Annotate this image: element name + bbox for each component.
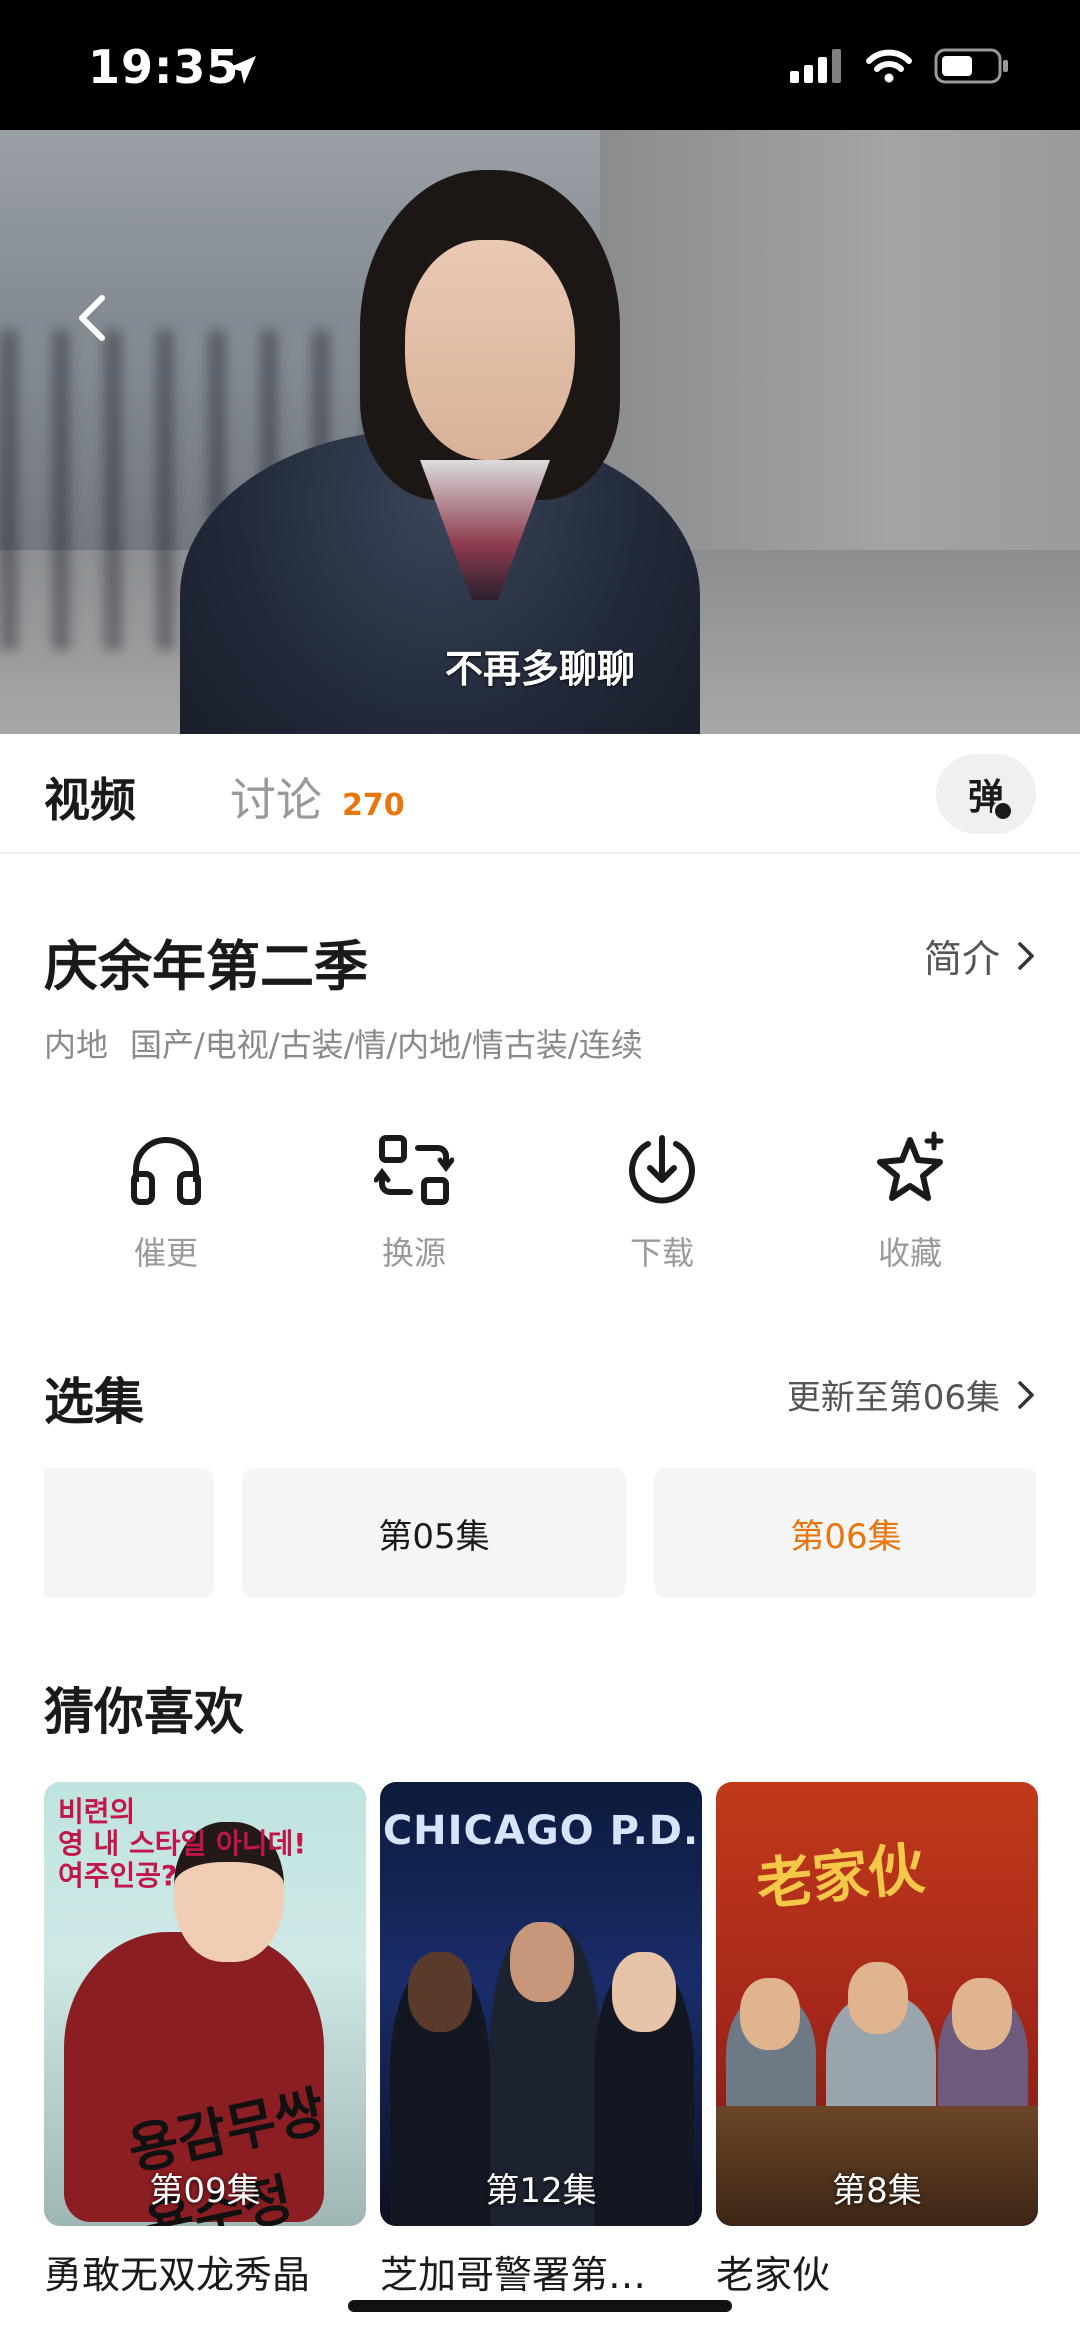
recommend-heading: 猜你喜欢 [44, 1683, 244, 1741]
poster-figure-head [408, 1952, 472, 2032]
tab-discuss[interactable]: 讨论 [230, 764, 322, 830]
action-bar: 催更 换源 下载 收藏 [0, 1130, 1080, 1300]
action-label: 收藏 [877, 1234, 942, 1272]
download-icon [629, 1135, 695, 1204]
recommend-card[interactable]: 老家伙 第8集 老家伙 [716, 1782, 1038, 2299]
show-title: 庆余年第二季 [44, 935, 368, 998]
tag-region: 内地 [44, 1026, 109, 1064]
recommend-poster[interactable]: CHICAGO P.D. 第12集 [380, 1782, 702, 2226]
tab-video[interactable]: 视频 [44, 764, 136, 830]
chevron-right-icon [1018, 1380, 1034, 1409]
poster-logo-art: CHICAGO P.D. [382, 1808, 700, 1854]
recommend-title: 老家伙 [716, 2253, 831, 2297]
home-indicator[interactable] [348, 2300, 732, 2312]
cellular-signal-icon [790, 49, 841, 83]
recommend-poster[interactable]: 비련의 영 내 스타일 아니데! 여주인공? 용감무쌍 용수정 第09集 [44, 1782, 366, 2226]
recommend-poster[interactable]: 老家伙 第8集 [716, 1782, 1038, 2226]
poster-episode-label: 第12集 [485, 2171, 597, 2211]
danmu-toggle-button[interactable]: 弹 [936, 754, 1036, 834]
status-time: 19:35 [88, 40, 240, 94]
episode-item[interactable]: 集 [44, 1468, 214, 1598]
poster-figure-head [740, 1978, 800, 2050]
episodes-heading: 选集 [44, 1373, 144, 1431]
location-arrow-icon [228, 56, 256, 84]
poster-episode-label: 第09集 [149, 2171, 261, 2211]
poster-headline-art: 비련의 영 내 스타일 아니데! 여주인공? [58, 1795, 307, 1892]
intro-link[interactable]: 简介 [924, 928, 1036, 983]
episode-item-selected[interactable]: 第06集 [654, 1468, 1036, 1598]
recommend-card[interactable]: 비련의 영 내 스타일 아니데! 여주인공? 용감무쌍 용수정 第09集 勇敢无… [44, 1782, 366, 2299]
intro-label: 简介 [923, 937, 1000, 981]
action-label: 换源 [381, 1234, 446, 1272]
video-frame-actor-face [405, 240, 575, 460]
episode-list[interactable]: 集 第05集 第06集 [44, 1468, 1036, 1598]
action-label: 下载 [629, 1234, 694, 1272]
video-player[interactable]: 不再多聊聊 [0, 130, 1080, 734]
poster-episode-label: 第8集 [832, 2171, 922, 2211]
wifi-icon [866, 49, 912, 83]
discuss-count-badge: 270 [342, 788, 405, 823]
urge-update-button[interactable]: 催更 [76, 1130, 256, 1274]
battery-icon [934, 48, 1008, 84]
danmu-icon: 弹 [968, 768, 1014, 822]
tag-genres: 国产/电视/古装/情/内地/情古装/连续 [130, 1026, 643, 1064]
chevron-right-icon [1018, 941, 1034, 970]
danmu-off-badge [992, 800, 1014, 822]
recommend-title: 勇敢无双龙秀晶 [44, 2253, 311, 2297]
poster-figure-head [612, 1952, 676, 2032]
favorite-star-icon [877, 1131, 944, 1201]
video-subtitle: 不再多聊聊 [444, 647, 635, 691]
status-indicators [790, 48, 1010, 84]
episodes-update-link[interactable]: 更新至第06集 [787, 1370, 1036, 1419]
recommend-title: 芝加哥警署第… [380, 2253, 647, 2297]
show-tags: 内地 国产/电视/古装/情/内地/情古装/连续 [44, 1020, 643, 1066]
action-label: 催更 [133, 1234, 198, 1272]
recommend-list: 비련의 영 내 스타일 아니데! 여주인공? 용감무쌍 용수정 第09集 勇敢无… [44, 1782, 1080, 2302]
download-button[interactable]: 下载 [572, 1130, 752, 1274]
poster-figure-head [952, 1978, 1012, 2050]
recommend-card[interactable]: CHICAGO P.D. 第12集 芝加哥警署第… [380, 1782, 702, 2299]
status-bar: 19:35 [0, 0, 1080, 130]
poster-figure-head [510, 1922, 574, 2002]
switch-source-icon [374, 1135, 454, 1205]
content-tabs: 视频 讨论 270 弹 [0, 734, 1080, 854]
favorite-button[interactable]: 收藏 [820, 1130, 1000, 1274]
poster-figure-head [848, 1962, 908, 2034]
episode-item[interactable]: 第05集 [242, 1468, 626, 1598]
headphones-icon [131, 1137, 201, 1205]
episode-label: 第06集 [790, 1516, 902, 1557]
switch-source-button[interactable]: 换源 [324, 1130, 504, 1274]
episode-label: 第05集 [378, 1516, 490, 1557]
poster-logo-art: 老家伙 [753, 1836, 928, 1919]
back-chevron-icon[interactable] [70, 290, 114, 346]
episodes-update-text: 更新至第06集 [786, 1378, 1000, 1418]
